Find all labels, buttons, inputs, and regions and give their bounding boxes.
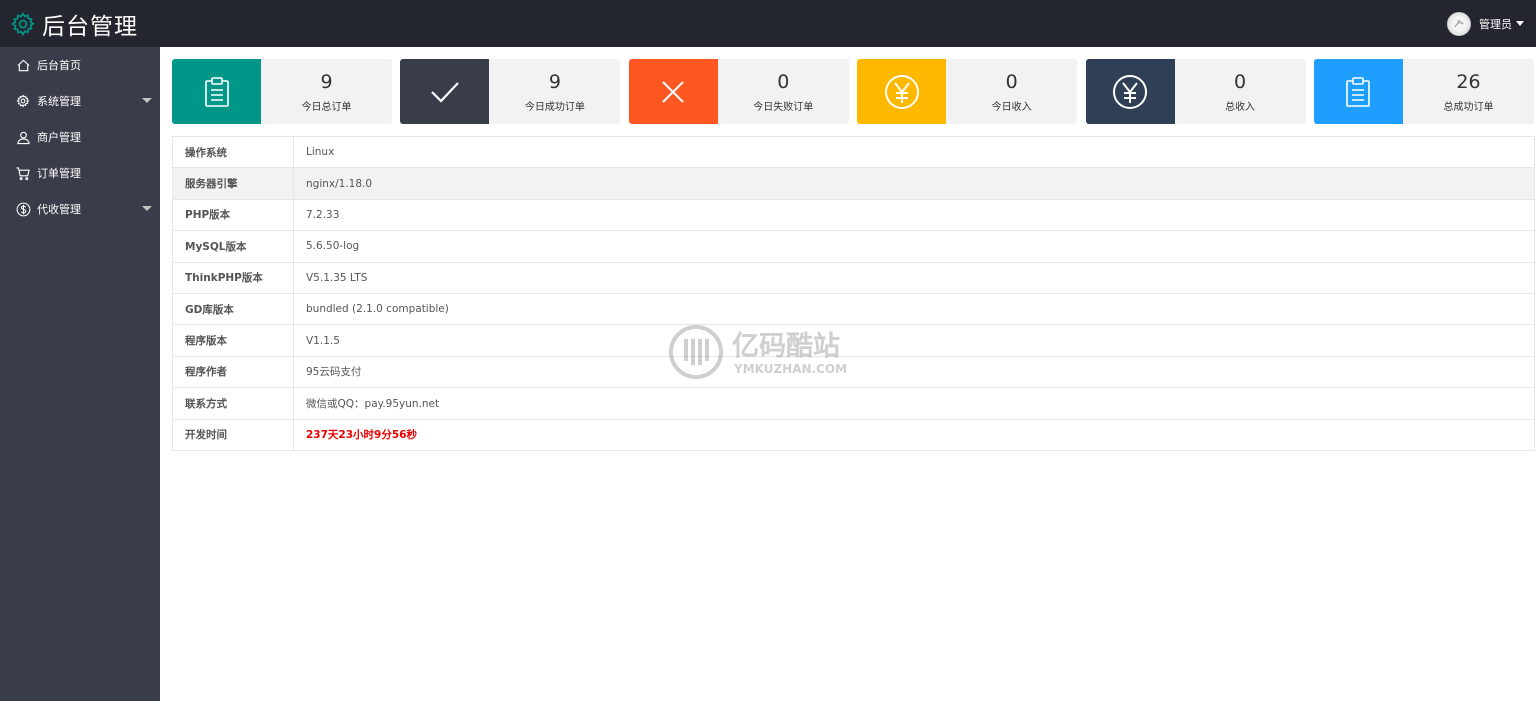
sidebar-item-system[interactable]: 系统管理 xyxy=(0,83,160,119)
info-value: V1.1.5 xyxy=(293,324,1535,357)
info-key: 服务器引擎 xyxy=(172,167,294,200)
stat-label: 总成功订单 xyxy=(1443,102,1494,113)
system-info-table: 操作系统 Linux 服务器引擎 nginx/1.18.0 PHP版本 7.2.33 … xyxy=(172,135,1535,451)
table-row: GD库版本 bundled (2.1.0 compatible) xyxy=(172,292,1535,326)
sidebar: 后台首页 系统管理 商户管理 订单管理 代收管理 xyxy=(0,47,160,701)
info-value: nginx/1.18.0 xyxy=(293,167,1535,200)
stat-card-total-income[interactable]: 0 总收入 xyxy=(1085,59,1306,124)
clipboard-icon xyxy=(1313,59,1403,124)
main-content: 9 今日总订单 9 今日成功订单 0 今日失败订单 0 今日收入 0 总收入 2… xyxy=(160,47,1536,701)
home-icon xyxy=(15,57,31,73)
user-menu[interactable]: 管理员 xyxy=(1447,0,1524,47)
cart-icon xyxy=(15,165,31,181)
sidebar-item-label: 代收管理 xyxy=(37,203,81,216)
check-icon xyxy=(400,59,490,124)
stat-value: 0 xyxy=(777,71,790,93)
table-row: 联系方式 微信或QQ：pay.95yun.net xyxy=(172,387,1535,420)
stat-label: 今日失败订单 xyxy=(753,102,814,113)
table-row: 服务器引擎 nginx/1.18.0 xyxy=(172,167,1535,200)
stat-value: 9 xyxy=(548,71,561,93)
close-icon xyxy=(628,59,718,124)
sidebar-item-home[interactable]: 后台首页 xyxy=(0,47,160,83)
info-value: 95云码支付 xyxy=(293,355,1535,389)
app-logo[interactable]: 后台管理 xyxy=(10,7,138,41)
stat-label: 今日收入 xyxy=(991,102,1032,113)
table-row: PHP版本 7.2.33 xyxy=(172,198,1535,232)
chevron-down-icon xyxy=(142,206,152,211)
dollar-icon xyxy=(15,201,31,217)
stat-value: 9 xyxy=(320,71,333,93)
info-key: ThinkPHP版本 xyxy=(172,261,294,294)
stat-label: 总收入 xyxy=(1225,102,1256,113)
stats-cards: 9 今日总订单 9 今日成功订单 0 今日失败订单 0 今日收入 0 总收入 2… xyxy=(172,59,1534,124)
yen-circle-icon xyxy=(1085,59,1175,124)
watermark-title: 亿码酷站 xyxy=(732,331,840,362)
info-value: 5.6.50-log xyxy=(293,230,1535,263)
dev-time-value: 237天23小时9分56秒 xyxy=(293,418,1535,451)
user-icon xyxy=(15,129,31,145)
stat-label: 今日总订单 xyxy=(301,102,352,113)
info-key: PHP版本 xyxy=(172,198,294,232)
info-key: 开发时间 xyxy=(172,418,294,451)
top-header: 后台管理 管理员 xyxy=(0,0,1536,47)
sidebar-item-merchants[interactable]: 商户管理 xyxy=(0,119,160,155)
sidebar-item-label: 系统管理 xyxy=(37,95,81,108)
info-key: GD库版本 xyxy=(172,292,294,326)
gear-icon xyxy=(11,11,35,36)
stat-card-today-orders[interactable]: 9 今日总订单 xyxy=(172,59,392,124)
table-row: ThinkPHP版本 V5.1.35 LTS xyxy=(172,261,1535,294)
sidebar-item-label: 商户管理 xyxy=(37,131,81,144)
stat-card-today-failed[interactable]: 0 今日失败订单 xyxy=(628,59,849,124)
info-key: 程序作者 xyxy=(172,355,294,389)
avatar[interactable] xyxy=(1447,11,1471,36)
info-key: MySQL版本 xyxy=(172,230,294,263)
clipboard-icon xyxy=(172,59,261,124)
info-value: 微信或QQ：pay.95yun.net xyxy=(293,387,1535,420)
sidebar-item-collection[interactable]: 代收管理 xyxy=(0,191,160,227)
watermark-url: YMKUZHAN.COM xyxy=(733,362,847,376)
chevron-down-icon xyxy=(142,98,152,103)
stat-card-total-success[interactable]: 26 总成功订单 xyxy=(1313,59,1534,124)
stat-card-today-income[interactable]: 0 今日收入 xyxy=(857,59,1078,124)
stat-value: 0 xyxy=(1005,71,1018,93)
stat-card-today-success[interactable]: 9 今日成功订单 xyxy=(400,59,621,124)
info-key: 操作系统 xyxy=(172,135,294,169)
info-value: 7.2.33 xyxy=(293,198,1535,232)
info-value: V5.1.35 LTS xyxy=(293,261,1535,294)
app-title: 后台管理 xyxy=(42,13,138,40)
stat-value: 0 xyxy=(1234,71,1247,93)
stat-value: 26 xyxy=(1456,71,1481,93)
table-row: 操作系统 Linux xyxy=(172,135,1535,169)
gear-icon xyxy=(15,93,31,109)
info-value: bundled (2.1.0 compatible) xyxy=(293,292,1535,326)
table-row: MySQL版本 5.6.50-log xyxy=(172,230,1535,263)
info-value: Linux xyxy=(293,135,1535,169)
avatar-image xyxy=(1451,15,1467,32)
sidebar-item-label: 后台首页 xyxy=(37,59,81,72)
sidebar-item-label: 订单管理 xyxy=(37,167,81,180)
sidebar-item-orders[interactable]: 订单管理 xyxy=(0,155,160,191)
table-row: 开发时间 237天23小时9分56秒 xyxy=(172,418,1535,451)
caret-down-icon[interactable] xyxy=(1516,21,1524,26)
info-key: 联系方式 xyxy=(172,387,294,420)
info-key: 程序版本 xyxy=(172,324,294,357)
watermark-logo: 亿码酷站 YMKUZHAN.COM xyxy=(669,325,847,379)
user-name[interactable]: 管理员 xyxy=(1479,16,1512,32)
stat-label: 今日成功订单 xyxy=(524,102,585,113)
yen-circle-icon xyxy=(857,59,947,124)
